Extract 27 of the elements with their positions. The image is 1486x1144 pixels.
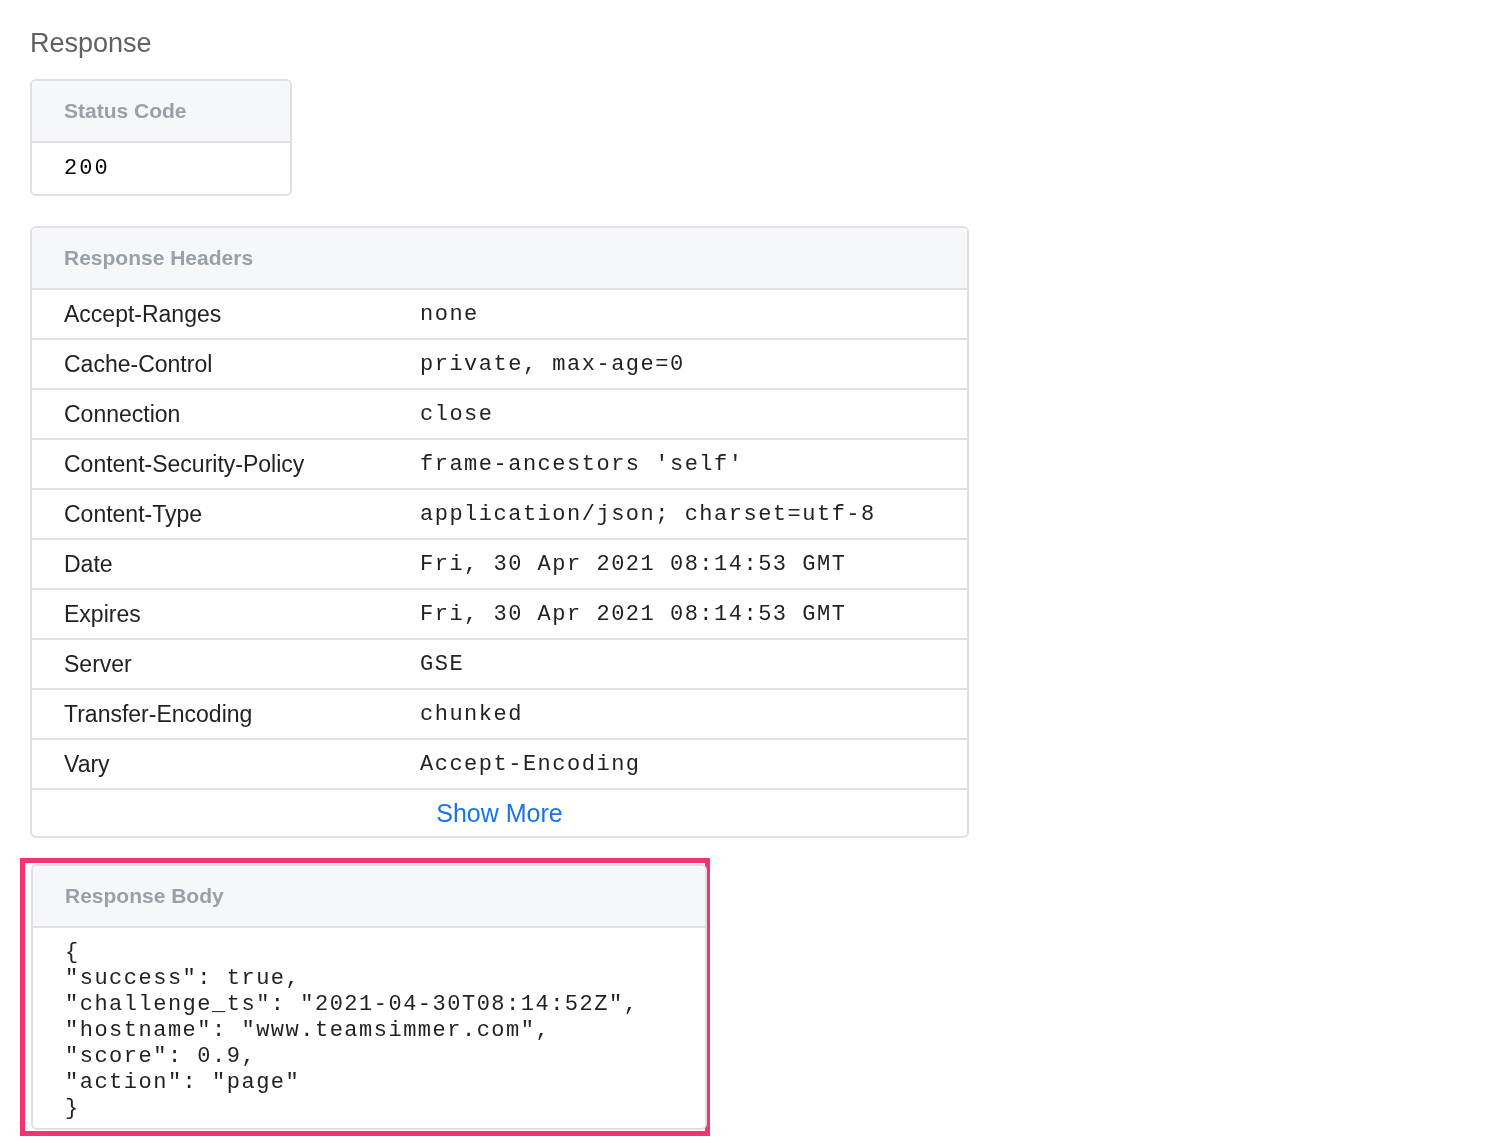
header-value: frame-ancestors 'self'	[420, 451, 744, 477]
header-name: Date	[63, 550, 114, 578]
header-name: Expires	[63, 600, 142, 628]
header-value: Fri, 30 Apr 2021 08:14:53 GMT	[420, 601, 847, 627]
header-value: private, max-age=0	[420, 351, 685, 377]
response-body-code: { "success": true, "challenge_ts": "2021-04-30T08:14:52Z", "hostname": "www.teamsimmer.com", "score": 0.9, "action": "page" }	[64, 939, 640, 1123]
card-header: Status Code	[32, 81, 290, 143]
header-name: Content-Type	[63, 500, 204, 528]
header-value: Accept-Encoding	[420, 751, 641, 777]
header-value: Fri, 30 Apr 2021 08:14:53 GMT	[420, 551, 847, 577]
header-value: application/json; charset=utf-8	[420, 501, 876, 527]
card-header: Response Headers	[32, 228, 967, 290]
section-title: Response	[30, 28, 152, 59]
card-header: Response Body	[33, 866, 705, 928]
header-name: Cache-Control	[63, 350, 214, 378]
header-name: Accept-Ranges	[63, 300, 223, 328]
header-name: Transfer-Encoding	[63, 700, 254, 728]
header-value: chunked	[420, 701, 523, 727]
show-more-link[interactable]: Show More	[436, 798, 563, 828]
header-value: close	[420, 401, 494, 427]
header-name: Connection	[63, 400, 182, 428]
header-name: Content-Security-Policy	[63, 450, 306, 478]
header-name: Vary	[63, 750, 111, 778]
header-value: none	[420, 301, 479, 327]
header-name: Server	[63, 650, 133, 678]
status-code-value: 200	[63, 155, 111, 183]
header-value: GSE	[420, 651, 465, 677]
